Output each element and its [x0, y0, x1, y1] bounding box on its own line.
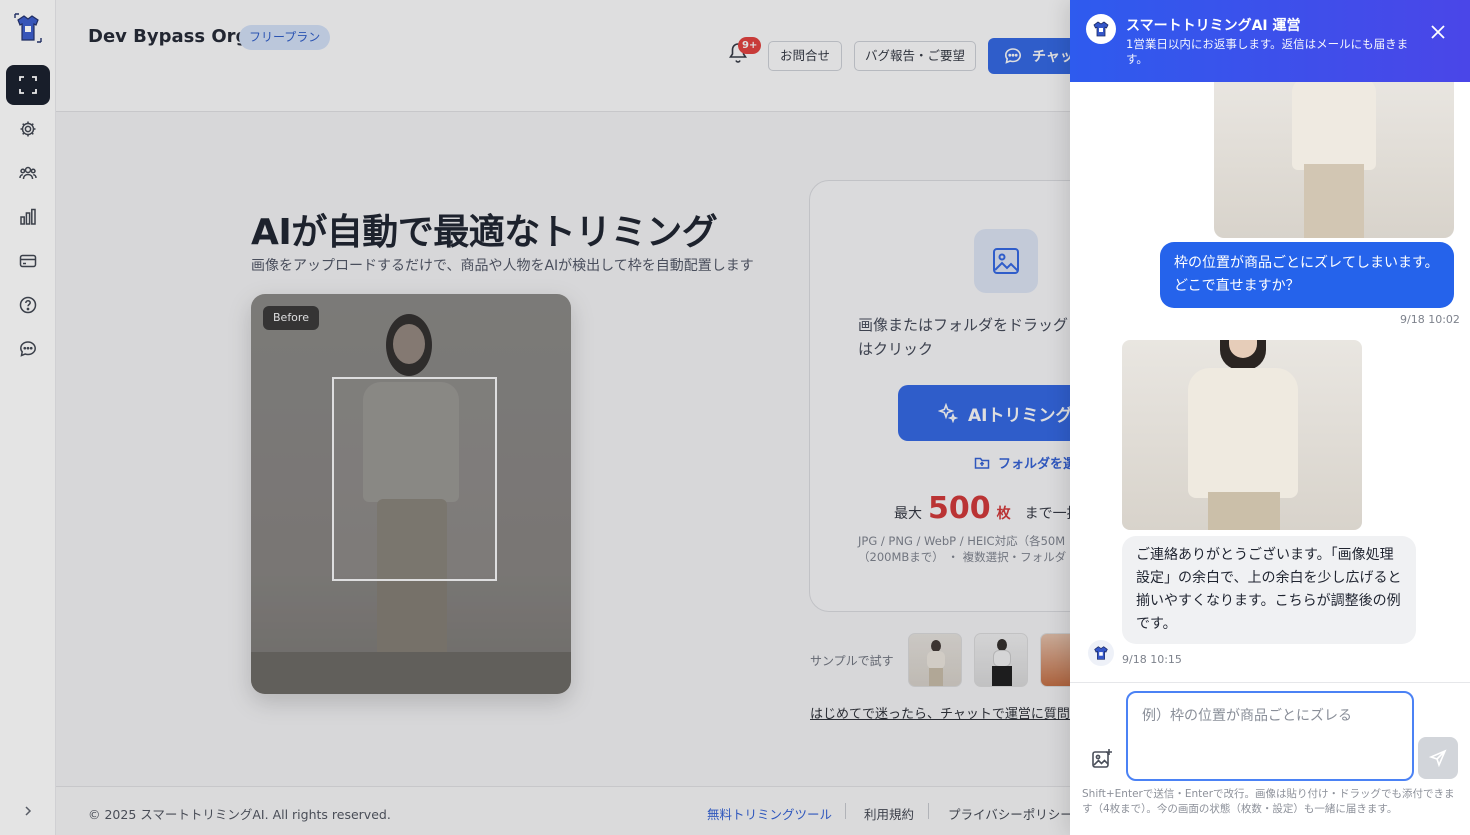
ai-trim-label: AIトリミング	[968, 405, 1073, 426]
user-message: 枠の位置が商品ごとにズレてしまいます。どこで直せますか？	[1160, 242, 1454, 308]
sidebar-item-team[interactable]	[6, 153, 50, 193]
chat-panel: スマートトリミングAI 運営 1営業日以内にお返事します。返信はメールにも届きま…	[1070, 0, 1470, 835]
message-timestamp: 9/18 10:02	[1400, 313, 1460, 326]
footer-link-privacy[interactable]: プライバシーポリシー	[948, 804, 1073, 823]
chat-subtitle: 1営業日以内にお返事します。返信はメールにも届きます。	[1126, 37, 1409, 66]
copyright: © 2025 スマートトリミングAI. All rights reserved.	[88, 807, 391, 822]
sidebar	[0, 0, 56, 835]
max-unit: 枚	[996, 506, 1011, 522]
before-tag: Before	[263, 306, 319, 330]
contact-button[interactable]: お問合せ	[768, 41, 842, 71]
chat-header: スマートトリミングAI 運営 1営業日以内にお返事します。返信はメールにも届きま…	[1070, 0, 1470, 82]
before-preview-image: Before	[251, 294, 571, 694]
chat-close-button[interactable]	[1426, 20, 1450, 44]
max-number: 500	[928, 491, 991, 526]
sidebar-item-stats[interactable]	[6, 197, 50, 237]
send-button[interactable]	[1418, 737, 1458, 779]
upload-dropzone[interactable]: 画像またはフォルダをドラッグ はクリック AIトリミング フォルダを選 最大 5…	[809, 180, 1109, 612]
users-icon	[19, 166, 37, 180]
folder-select-label: フォルダを選	[998, 457, 1077, 472]
sparkle-icon	[938, 403, 958, 423]
attached-photo[interactable]	[1122, 340, 1362, 530]
bar-chart-icon	[20, 208, 36, 225]
chat-bubble-icon	[20, 341, 36, 357]
sidebar-item-settings[interactable]	[6, 109, 50, 149]
folder-upload-icon	[974, 457, 990, 469]
app-logo-icon[interactable]	[14, 12, 42, 44]
footer: © 2025 スマートトリミングAI. All rights reserved.…	[56, 786, 1073, 835]
notification-badge: 9+	[738, 37, 762, 54]
help-circle-icon	[19, 296, 37, 314]
attached-photo[interactable]	[1214, 82, 1454, 238]
page-subtitle: 画像をアップロードするだけで、商品や人物をAIが検出して枠を自動配置します	[251, 258, 754, 274]
footer-link-free-tool[interactable]: 無料トリミングツール	[707, 804, 832, 823]
support-message: ご連絡ありがとうございます。「画像処理設定」の余白で、上の余白を少し広げると揃い…	[1122, 536, 1416, 644]
message-timestamp: 9/18 10:15	[1122, 653, 1182, 666]
sidebar-item-help[interactable]	[6, 285, 50, 325]
sample-label: サンプルで試す	[810, 654, 894, 668]
expand-icon	[19, 76, 37, 94]
sample-thumbnail[interactable]	[908, 633, 962, 687]
add-image-icon[interactable]	[1090, 747, 1114, 771]
sidebar-item-chat[interactable]	[6, 329, 50, 369]
bug-report-button[interactable]: バグ報告・ご要望	[854, 41, 976, 71]
chat-messages[interactable]: 枠の位置が商品ごとにズレてしまいます。どこで直せますか？ 9/18 10:02 …	[1070, 82, 1470, 682]
chat-message-input[interactable]	[1126, 691, 1414, 781]
max-prefix: 最大	[894, 506, 922, 522]
footer-link-terms[interactable]: 利用規約	[864, 804, 914, 823]
composer-hint: Shift+Enterで送信・Enterで改行。画像は貼り付け・ドラッグでも添付…	[1082, 788, 1455, 815]
folder-select-link[interactable]: フォルダを選	[974, 453, 1076, 472]
chat-title: スマートトリミングAI 運営	[1126, 18, 1301, 34]
sidebar-item-billing[interactable]	[6, 241, 50, 281]
crop-frame[interactable]	[332, 377, 497, 581]
chat-bubble-icon	[1004, 48, 1022, 64]
chat-open-label: チャッ	[1032, 49, 1074, 65]
chat-composer: Shift+Enterで送信・Enterで改行。画像は貼り付け・ドラッグでも添付…	[1070, 682, 1470, 835]
image-icon	[974, 229, 1038, 293]
shirt-logo-icon	[1093, 21, 1109, 37]
close-icon	[1431, 25, 1445, 39]
support-avatar	[1088, 640, 1114, 666]
send-icon	[1429, 749, 1447, 767]
chat-help-link[interactable]: はじめてで迷ったら、チャットで運営に質問で	[810, 703, 1083, 722]
gear-icon	[20, 121, 36, 137]
support-avatar	[1086, 14, 1116, 44]
sample-thumbnail[interactable]	[974, 633, 1028, 687]
chevron-right-icon	[25, 806, 32, 816]
card-icon	[19, 254, 37, 268]
max-count-row: 最大 500 枚 まで一括	[894, 491, 1081, 526]
sidebar-item-trim[interactable]	[6, 65, 50, 105]
plan-badge: フリープラン	[239, 25, 331, 50]
shirt-logo-icon	[1094, 646, 1108, 660]
org-name: Dev Bypass Org	[88, 26, 249, 47]
page-title: AIが自動で最適なトリミング	[251, 212, 718, 253]
sidebar-expand-button[interactable]	[18, 800, 38, 822]
